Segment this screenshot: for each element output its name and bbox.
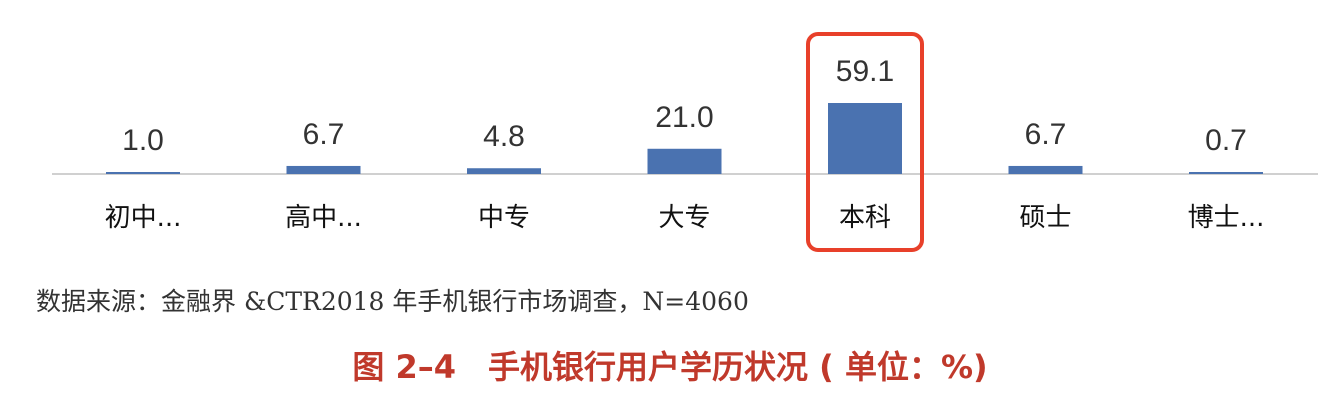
bar-6 [1189,172,1263,174]
category-label-0: 初中... [105,203,182,233]
category-label-4: 本科 [839,203,891,233]
figure-caption: 图 2–4 手机银行用户学历状况 ( 单位：%) [352,348,988,386]
category-label-3: 大专 [658,203,710,233]
data-label-6: 0.7 [1205,124,1247,157]
bar-5 [1008,165,1083,174]
category-label-6: 博士... [1188,203,1265,233]
data-label-3: 21.0 [655,101,713,134]
data-source-note: 数据来源：金融界 &CTR2018 年手机银行市场调查，N=4060 [36,287,749,316]
bar-0 [106,172,180,174]
data-label-5: 6.7 [1025,118,1067,151]
bar-2 [467,168,541,174]
bar-4 [828,103,902,174]
bar-3 [647,148,722,174]
data-label-1: 6.7 [303,118,345,151]
category-label-1: 高中... [285,203,362,233]
category-label-2: 中专 [478,203,530,233]
labels-layer: 1.0 初中... 6.7 高中... 4.8 中专 21.0 大专 59.1 本科 6.7 硕士 0.… [105,32,1265,252]
data-label-4: 59.1 [836,55,894,88]
category-label-5: 硕士 [1019,203,1071,233]
bar-chart: 1.0 初中... 6.7 高中... 4.8 中专 21.0 大专 59.1 本科 6.7 硕士 0.… [52,32,1318,252]
data-label-2: 4.8 [483,120,525,153]
data-label-0: 1.0 [122,124,164,157]
bar-1 [286,165,361,174]
